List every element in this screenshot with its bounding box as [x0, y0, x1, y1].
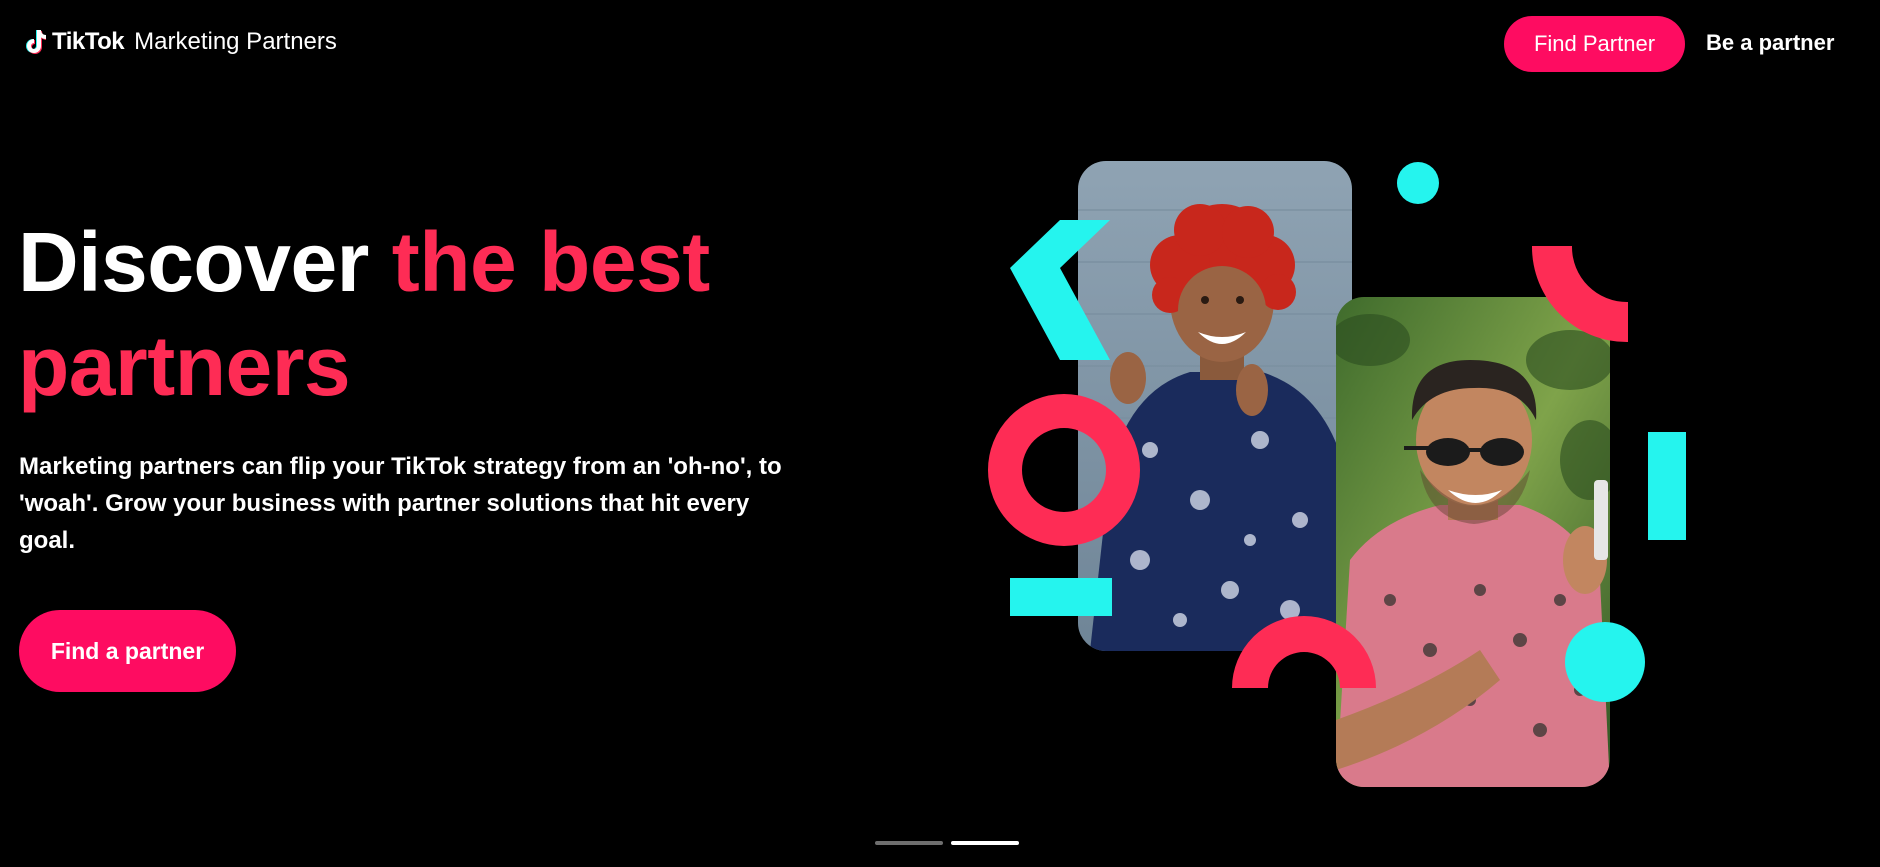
- pink-semicircle-shape: [1232, 616, 1376, 688]
- page: TikTok Marketing Partners Find Partner B…: [0, 0, 1880, 867]
- find-partner-button[interactable]: Find Partner: [1504, 16, 1685, 72]
- be-a-partner-link[interactable]: Be a partner: [1706, 30, 1834, 56]
- cyan-chevron-shape: [1010, 220, 1110, 360]
- hero-artwork: [0, 0, 1880, 867]
- hero-artwork-svg: [988, 161, 1686, 787]
- logo[interactable]: TikTok Marketing Partners: [24, 28, 337, 56]
- find-a-partner-button[interactable]: Find a partner: [19, 610, 236, 692]
- tiktok-note-icon: [26, 30, 46, 54]
- logo-subtitle: Marketing Partners: [134, 28, 337, 55]
- hero-title: Discover the best partners: [18, 210, 778, 418]
- cyan-block-shape: [1010, 578, 1112, 616]
- carousel-indicator-1[interactable]: [875, 841, 943, 845]
- logo-brand: TikTok: [52, 28, 125, 55]
- hero-title-white: Discover: [18, 215, 392, 309]
- pink-arc-shape: [1531, 246, 1628, 343]
- pink-ring-shape: [988, 394, 1140, 546]
- cyan-dot-shape: [1397, 162, 1439, 204]
- photo-man: [1336, 297, 1610, 787]
- cyan-bar-shape: [1648, 432, 1686, 540]
- photo-woman: [1078, 161, 1352, 651]
- carousel-indicator-2[interactable]: [951, 841, 1019, 845]
- cyan-circle-shape: [1565, 622, 1645, 702]
- hero-description: Marketing partners can flip your TikTok …: [19, 453, 782, 554]
